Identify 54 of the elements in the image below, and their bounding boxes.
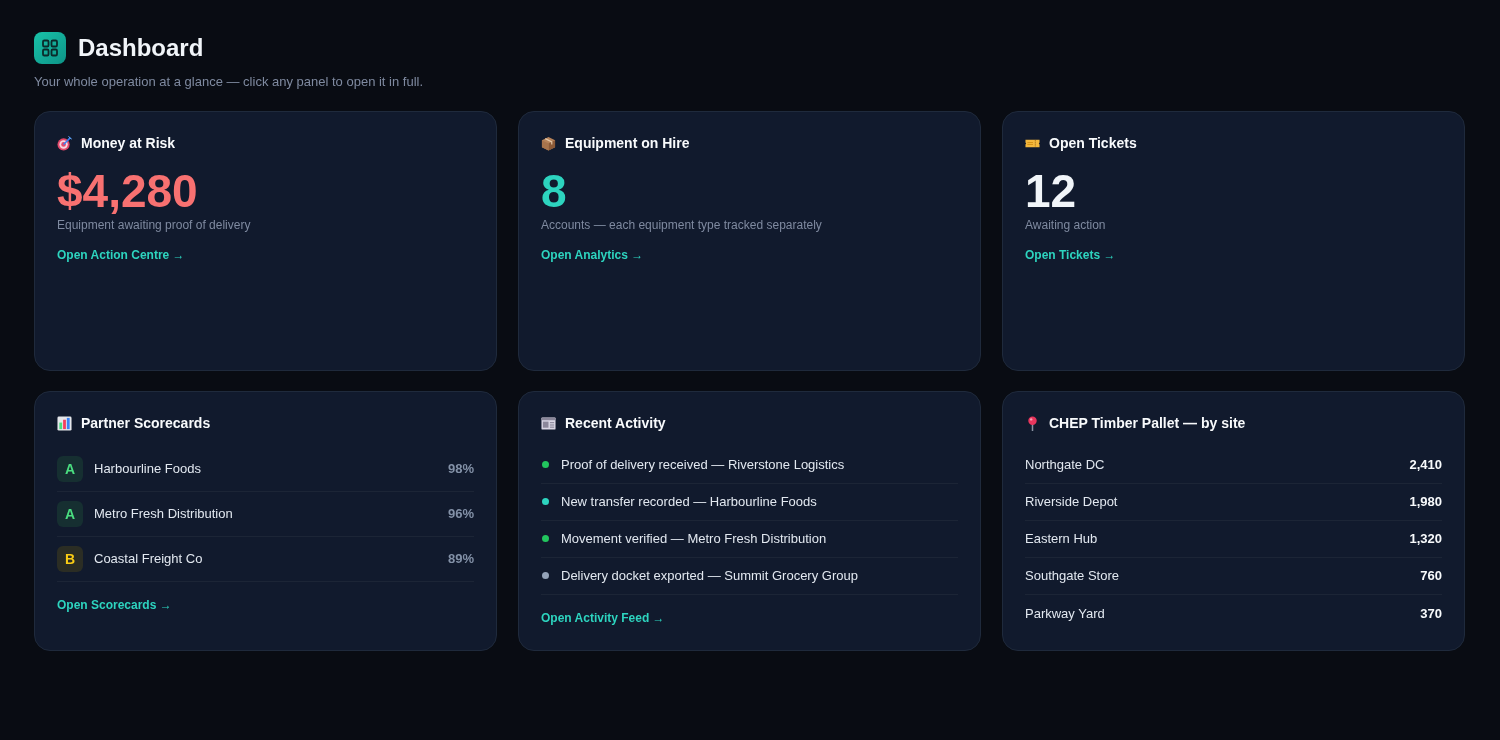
partner-name: Harbourline Foods <box>94 460 201 478</box>
metric-caption: Equipment awaiting proof of delivery <box>57 217 251 233</box>
activity-text: Movement verified — Metro Fresh Distribution <box>561 530 827 548</box>
site-count: 1,980 <box>1409 493 1442 511</box>
site-name: Riverside Depot <box>1025 493 1118 511</box>
box-icon <box>541 135 556 151</box>
panel-card[interactable]: Equipment on Hire 8 Accounts — each equipment type tracked separately Open Analytics → <box>518 111 981 371</box>
panel-title: Open Tickets <box>1049 134 1137 153</box>
open-link[interactable]: Open Scorecards → <box>57 597 172 613</box>
page-title: Dashboard <box>78 33 204 63</box>
metric-value: 12 <box>1025 167 1077 215</box>
open-link[interactable]: Open Tickets → <box>1025 247 1116 263</box>
open-link[interactable]: Open Analytics → <box>541 247 644 263</box>
site-count: 1,320 <box>1409 530 1442 548</box>
activity-text: Proof of delivery received — Riverstone Logistics <box>561 456 845 474</box>
open-link[interactable]: Open Action Centre → <box>57 247 185 263</box>
panel-card[interactable]: Partner Scorecards A Harbourline Foods 98% A Metro Fresh Distribution 96% B Coastal Freight Co 89% Open Scorecards → <box>34 391 497 651</box>
open-link[interactable]: Open Activity Feed → <box>541 610 665 626</box>
site-name: Southgate Store <box>1025 567 1119 585</box>
site-name: Northgate DC <box>1025 456 1105 474</box>
panel-card[interactable]: Open Tickets 12 Awaiting action Open Tickets → <box>1002 111 1465 371</box>
partner-score: 96% <box>447 505 474 523</box>
panel-card[interactable] <box>518 391 981 651</box>
site-count: 370 <box>1420 604 1442 623</box>
site-count: 760 <box>1420 567 1442 585</box>
panel-title: CHEP Timber Pallet — by site <box>1049 414 1246 433</box>
activity-text: New transfer recorded — Harbourline Foods <box>561 493 817 511</box>
panel-card[interactable]: CHEP Timber Pallet — by site Northgate DC 2,410 Riverside Depot 1,980 Eastern Hub 1,320 Southgate Store 760 Parkway Yard 370 <box>1002 391 1465 651</box>
page-subtitle: Your whole operation at a glance — click any panel to open it in full. <box>34 73 425 91</box>
grade-badge: A <box>57 501 83 527</box>
dashboard-logo-icon <box>34 32 66 64</box>
target-icon <box>57 135 72 151</box>
metric-caption: Awaiting action <box>1025 217 1106 233</box>
panel-title: Equipment on Hire <box>565 134 690 153</box>
grade-badge: B <box>57 546 83 572</box>
partner-name: Metro Fresh Distribution <box>94 505 233 523</box>
metric-value: $4,280 <box>57 167 198 215</box>
partner-score: 89% <box>447 550 474 568</box>
panel-title: Recent Activity <box>565 414 666 433</box>
partner-score: 98% <box>447 460 474 478</box>
panel-title: Partner Scorecards <box>81 414 211 433</box>
metric-value: 8 <box>541 167 567 215</box>
site-name: Parkway Yard <box>1025 604 1105 623</box>
partner-name: Coastal Freight Co <box>94 550 203 568</box>
bar-chart-icon <box>57 415 72 431</box>
metric-caption: Accounts — each equipment type tracked separately <box>541 217 822 233</box>
grade-badge: A <box>57 456 83 482</box>
site-name: Eastern Hub <box>1025 530 1098 548</box>
activity-text: Delivery docket exported — Summit Grocery Group <box>561 567 858 585</box>
panel-title: Money at Risk <box>81 134 176 153</box>
panel-card[interactable]: Money at Risk $4,280 Equipment awaiting proof of delivery Open Action Centre → <box>34 111 497 371</box>
newspaper-icon <box>541 415 556 431</box>
site-count: 2,410 <box>1409 456 1442 474</box>
pin-icon <box>1025 415 1040 431</box>
